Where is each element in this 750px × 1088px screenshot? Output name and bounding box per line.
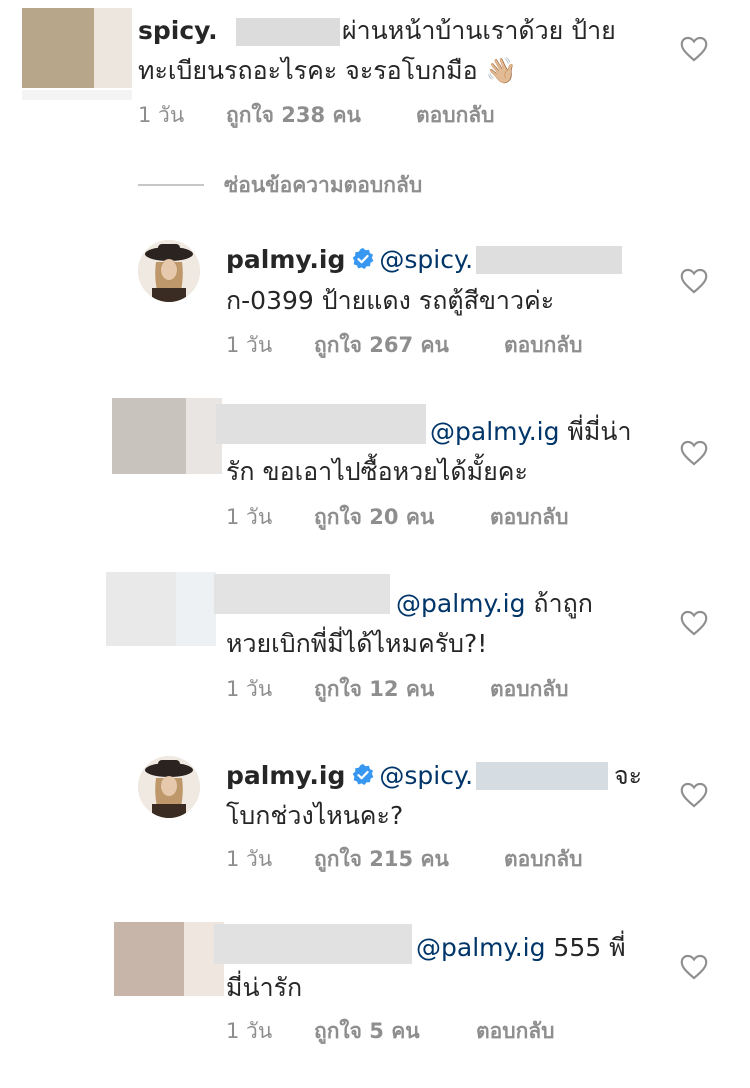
redacted-username xyxy=(214,574,390,614)
comment-meta: 1 วัน ถูกใจ 238 คน ตอบกลับ xyxy=(138,100,558,130)
comment-time: 1 วัน xyxy=(226,677,273,701)
like-count[interactable]: ถูกใจ 20 คน xyxy=(314,502,434,532)
comment-text: รัก ขอเอาไปซื้อหวยได้มั้ยคะ xyxy=(226,457,528,486)
comment-text: ทะเบียนรถอะไรคะ จะรอโบกมือ 👋🏼 xyxy=(138,56,517,85)
comment-text: ผ่านหน้าบ้านเราด้วย ป้าย xyxy=(342,16,616,45)
mention-link[interactable]: @palmy.ig xyxy=(396,589,525,618)
comment-meta: 1 วัน ถูกใจ 267 คน ตอบกลับ xyxy=(226,330,646,360)
reply-button[interactable]: ตอบกลับ xyxy=(490,674,569,704)
heart-icon[interactable] xyxy=(680,268,708,294)
avatar[interactable] xyxy=(114,922,224,996)
comment-text: จะ xyxy=(614,761,643,790)
comment-text: 555 พี่ xyxy=(545,933,626,962)
redacted-username xyxy=(216,404,426,444)
reply-button[interactable]: ตอบกลับ xyxy=(416,100,495,130)
comment-text: พี่มี่น่า xyxy=(559,417,632,446)
like-count[interactable]: ถูกใจ 267 คน xyxy=(314,330,449,360)
reply-button[interactable]: ตอบกลับ xyxy=(504,330,583,360)
like-count[interactable]: ถูกใจ 5 คน xyxy=(314,1016,420,1046)
comment-time: 1 วัน xyxy=(226,505,273,529)
comment-username[interactable]: palmy.ig xyxy=(226,245,345,274)
reply-button[interactable]: ตอบกลับ xyxy=(490,502,569,532)
heart-icon[interactable] xyxy=(680,610,708,636)
redacted-username xyxy=(236,18,340,46)
comment-text: ถ้าถูก xyxy=(525,589,593,618)
heart-icon[interactable] xyxy=(680,36,708,62)
avatar[interactable] xyxy=(138,756,200,818)
comment-time: 1 วัน xyxy=(226,333,273,357)
avatar-portrait-icon xyxy=(138,756,200,818)
comment-time: 1 วัน xyxy=(226,847,273,871)
comment-meta: 1 วัน ถูกใจ 20 คน ตอบกลับ xyxy=(226,502,646,532)
comment-first-line: spicy. xyxy=(138,13,218,49)
verified-badge-icon xyxy=(353,248,374,269)
heart-icon[interactable] xyxy=(680,782,708,808)
comment-time: 1 วัน xyxy=(226,1019,273,1043)
hide-replies-line xyxy=(138,184,204,186)
heart-icon[interactable] xyxy=(680,440,708,466)
comment-meta: 1 วัน ถูกใจ 5 คน ตอบกลับ xyxy=(226,1016,646,1046)
comment-text: โบกช่วงไหนคะ? xyxy=(226,801,404,830)
verified-badge-icon xyxy=(353,764,374,785)
hide-replies-button[interactable]: ซ่อนข้อความตอบกลับ xyxy=(224,170,422,200)
avatar[interactable] xyxy=(112,398,222,474)
comment-username[interactable]: palmy.ig xyxy=(226,761,345,790)
mention-link[interactable]: @spicy. xyxy=(379,761,473,790)
comment-first-line: @palmy.ig พี่มี่น่า xyxy=(430,414,632,450)
comment-first-line: @palmy.ig ถ้าถูก xyxy=(396,586,593,622)
comment-first-line: palmy.ig @spicy. xyxy=(226,758,473,794)
redacted-username xyxy=(476,762,608,790)
heart-icon[interactable] xyxy=(680,954,708,980)
comment-first-line: palmy.ig @spicy. xyxy=(226,242,473,278)
comment-first-line: @palmy.ig 555 พี่ xyxy=(416,930,626,966)
mention-link[interactable]: @palmy.ig xyxy=(430,417,559,446)
avatar-portrait-icon xyxy=(138,240,200,302)
comment-text: มี่น่ารัก xyxy=(226,973,303,1002)
redacted-username xyxy=(476,246,622,274)
comment-username[interactable]: spicy. xyxy=(138,16,218,45)
mention-link[interactable]: @spicy. xyxy=(379,245,473,274)
like-count[interactable]: ถูกใจ 12 คน xyxy=(314,674,434,704)
comment-text: หวยเบิกพี่มี่ได้ไหมครับ?! xyxy=(226,629,488,658)
comment-text: ก-0399 ป้ายแดง รถตู้สีขาวค่ะ xyxy=(226,286,555,315)
avatar[interactable] xyxy=(138,240,200,302)
like-count[interactable]: ถูกใจ 238 คน xyxy=(226,100,361,130)
comment-meta: 1 วัน ถูกใจ 215 คน ตอบกลับ xyxy=(226,844,646,874)
avatar[interactable] xyxy=(106,572,216,646)
mention-link[interactable]: @palmy.ig xyxy=(416,933,545,962)
reply-button[interactable]: ตอบกลับ xyxy=(476,1016,555,1046)
avatar[interactable] xyxy=(22,8,132,88)
comment-time: 1 วัน xyxy=(138,103,185,127)
comment-meta: 1 วัน ถูกใจ 12 คน ตอบกลับ xyxy=(226,674,646,704)
like-count[interactable]: ถูกใจ 215 คน xyxy=(314,844,449,874)
avatar-shadow xyxy=(22,90,132,100)
reply-button[interactable]: ตอบกลับ xyxy=(504,844,583,874)
redacted-username xyxy=(214,924,412,964)
